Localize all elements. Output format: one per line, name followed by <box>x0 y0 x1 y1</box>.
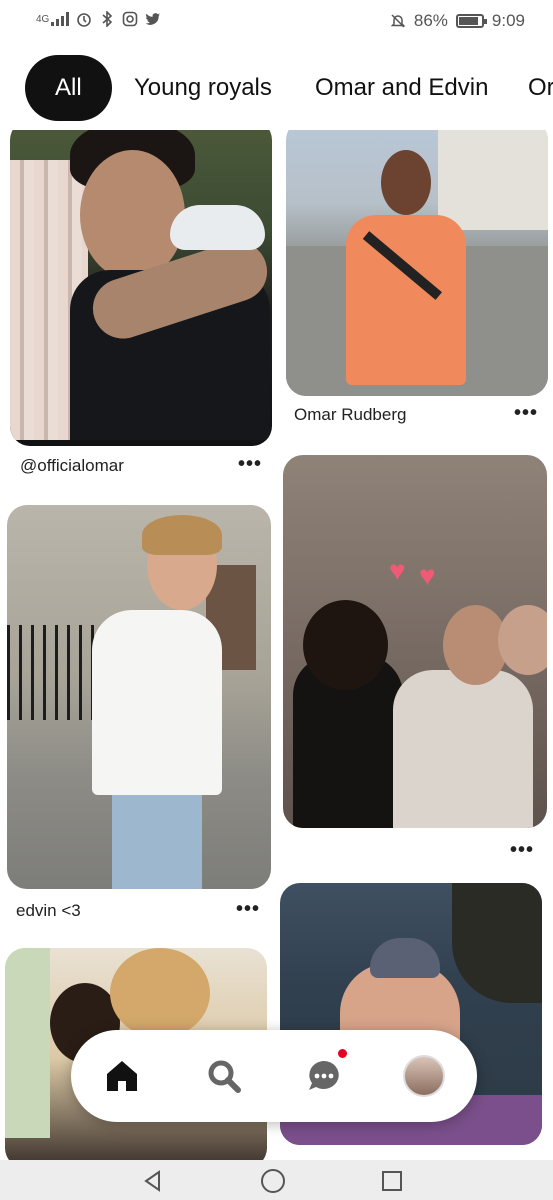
search-icon <box>208 1060 241 1093</box>
pin-more-button[interactable]: ••• <box>510 839 534 862</box>
photo-shape <box>498 605 547 675</box>
network-label: 4G <box>36 13 50 25</box>
heart-icon: ♥ <box>389 555 406 586</box>
photo-shape <box>142 515 222 555</box>
instagram-icon <box>123 11 138 27</box>
photo-shape <box>370 938 440 978</box>
back-icon <box>144 1170 160 1192</box>
photo-shape <box>80 150 185 280</box>
search-button[interactable] <box>201 1053 247 1099</box>
battery-percent: 86% <box>413 11 448 30</box>
twitter-icon <box>145 13 161 25</box>
photo-shape <box>5 948 50 1138</box>
notification-dot <box>338 1049 347 1058</box>
pin-image-edvin[interactable] <box>7 505 271 889</box>
bottom-nav <box>71 1030 477 1122</box>
home-circle-icon <box>261 1169 285 1193</box>
pin-image-officialomar[interactable] <box>10 130 272 446</box>
tab-partial[interactable]: Or <box>528 55 553 121</box>
photo-shape <box>112 790 202 889</box>
board-tabs: All Young royals Omar and Edvin Or <box>0 50 553 126</box>
system-nav-bar <box>0 1160 553 1200</box>
photo-shape <box>393 670 533 828</box>
recents-button[interactable] <box>377 1166 407 1196</box>
battery-fill <box>458 17 478 25</box>
recents-icon <box>382 1171 402 1191</box>
pin-image-omar-rudberg[interactable] <box>286 130 548 396</box>
pin-image-group[interactable]: ♥ ♥ <box>283 455 547 828</box>
tab-young-royals[interactable]: Young royals <box>134 55 272 121</box>
tab-all[interactable]: All <box>25 55 112 121</box>
photo-shape <box>452 883 542 1003</box>
alarm-icon <box>77 13 92 27</box>
clock: 9:09 <box>491 11 525 30</box>
status-left: 4G <box>36 11 161 27</box>
pin-more-button[interactable]: ••• <box>514 402 538 425</box>
back-button[interactable] <box>138 1166 168 1196</box>
avatar <box>403 1055 445 1097</box>
tab-omar-and-edvin[interactable]: Omar and Edvin <box>315 55 488 121</box>
home-button[interactable] <box>99 1053 145 1099</box>
bluetooth-icon <box>102 11 113 27</box>
heart-icon: ♥ <box>419 560 436 591</box>
battery-icon <box>455 14 487 28</box>
photo-shape <box>438 130 548 230</box>
photo-shape <box>110 948 210 1038</box>
signal-icon <box>51 12 70 26</box>
home-nav-button[interactable] <box>258 1166 288 1196</box>
pin-feed: @officialomar ••• edvin <3 ••• Omar Rudb… <box>0 130 553 1160</box>
pin-caption: Omar Rudberg <box>294 405 407 424</box>
pin-caption: edvin <3 <box>16 901 81 920</box>
status-bar: 4G 86% 9:09 <box>0 0 553 44</box>
profile-button[interactable] <box>401 1053 447 1099</box>
pin-more-button[interactable]: ••• <box>238 453 262 476</box>
photo-shape <box>303 600 388 690</box>
silent-bell-icon <box>390 14 406 28</box>
pin-more-button[interactable]: ••• <box>236 898 260 921</box>
photo-shape <box>170 205 265 250</box>
network-indicator: 4G <box>36 12 70 26</box>
messages-button[interactable] <box>301 1049 347 1099</box>
pin-caption: @officialomar <box>20 456 124 475</box>
status-right: 86% 9:09 <box>390 11 525 31</box>
photo-shape <box>381 150 431 215</box>
messages-icon <box>309 1061 339 1090</box>
photo-shape <box>92 610 222 795</box>
home-icon <box>107 1061 137 1091</box>
